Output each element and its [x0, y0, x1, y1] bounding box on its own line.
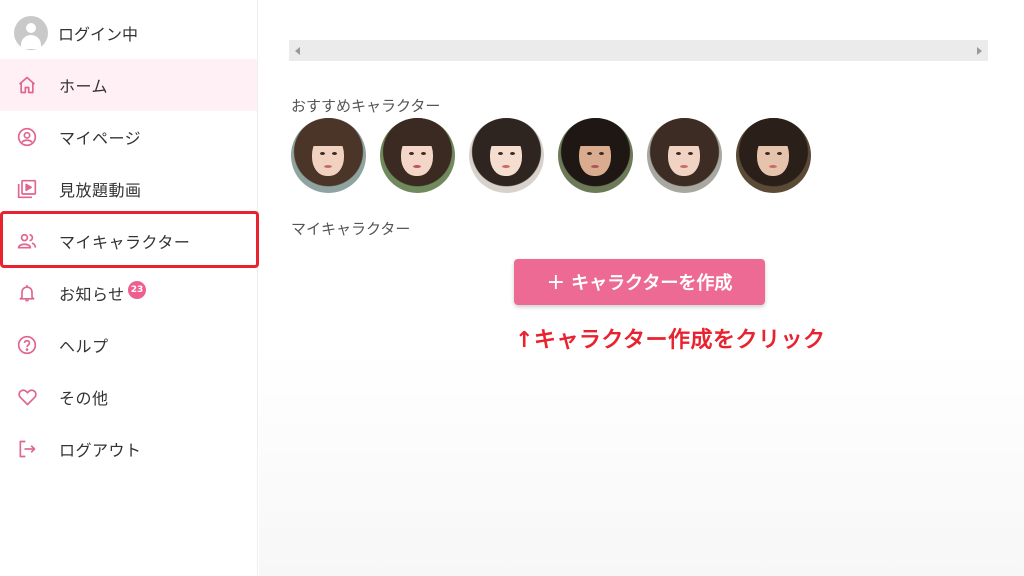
sidebar-item-home[interactable]: ホーム	[0, 59, 257, 111]
sidebar-item-mypage[interactable]: マイページ	[0, 111, 257, 163]
recommended-characters-list	[291, 118, 825, 193]
sidebar-item-label: ホーム	[59, 77, 109, 96]
sidebar-item-label: 見放題動画	[59, 181, 142, 200]
character-avatar[interactable]	[647, 118, 722, 193]
sidebar-item-label: ヘルプ	[59, 337, 109, 356]
logout-icon	[16, 438, 38, 460]
sidebar-item-logout[interactable]: ログアウト	[0, 423, 257, 475]
sidebar-item-label: ログアウト	[59, 441, 142, 460]
heart-icon	[16, 386, 38, 408]
character-avatar[interactable]	[558, 118, 633, 193]
home-icon	[16, 74, 38, 96]
avatar	[14, 16, 48, 50]
horizontal-scrollbar[interactable]	[289, 40, 988, 61]
sidebar-item-help[interactable]: ヘルプ	[0, 319, 257, 371]
plus-icon: +	[546, 269, 566, 295]
character-avatar[interactable]	[469, 118, 544, 193]
help-circle-icon	[16, 334, 38, 356]
user-circle-icon	[16, 126, 38, 148]
character-avatar[interactable]	[291, 118, 366, 193]
create-character-button[interactable]: + キャラクターを作成	[514, 259, 765, 305]
sidebar-item-other[interactable]: その他	[0, 371, 257, 423]
bell-icon	[16, 282, 38, 304]
sidebar-item-notifications[interactable]: お知らせ 23	[0, 267, 257, 319]
sidebar-nav: ホーム マイページ 見放題動画 マイキャラクター お知らせ 23 ヘルプ その他…	[0, 59, 257, 475]
notification-count-badge: 23	[128, 281, 146, 299]
login-status-label: ログイン中	[58, 25, 139, 44]
sidebar: ログイン中 ホーム マイページ 見放題動画 マイキャラクター お知らせ 23 ヘ…	[0, 0, 259, 576]
sidebar-item-videos[interactable]: 見放題動画	[0, 163, 257, 215]
video-library-icon	[16, 178, 38, 200]
app: ログイン中 ホーム マイページ 見放題動画 マイキャラクター お知らせ 23 ヘ…	[0, 0, 1024, 576]
user-status[interactable]: ログイン中	[14, 15, 138, 51]
sidebar-item-label: お知らせ	[59, 285, 125, 304]
recommended-characters-title: おすすめキャラクター	[291, 97, 441, 115]
create-character-label: キャラクターを作成	[571, 273, 733, 294]
sidebar-item-label: その他	[59, 389, 109, 408]
main-content: おすすめキャラクター マイキャラクター + キャラクターを作成 ↑キャラクター作…	[259, 0, 1024, 576]
character-avatar[interactable]	[380, 118, 455, 193]
sidebar-item-my-characters[interactable]: マイキャラクター	[0, 215, 257, 267]
sidebar-item-label: マイページ	[59, 129, 142, 148]
scroll-right-icon[interactable]	[977, 46, 982, 55]
my-characters-title: マイキャラクター	[291, 220, 411, 238]
people-icon	[16, 230, 38, 252]
character-avatar[interactable]	[736, 118, 811, 193]
scroll-left-icon[interactable]	[295, 46, 300, 55]
instruction-annotation: ↑キャラクター作成をクリック	[515, 328, 826, 353]
sidebar-item-label: マイキャラクター	[59, 233, 191, 252]
